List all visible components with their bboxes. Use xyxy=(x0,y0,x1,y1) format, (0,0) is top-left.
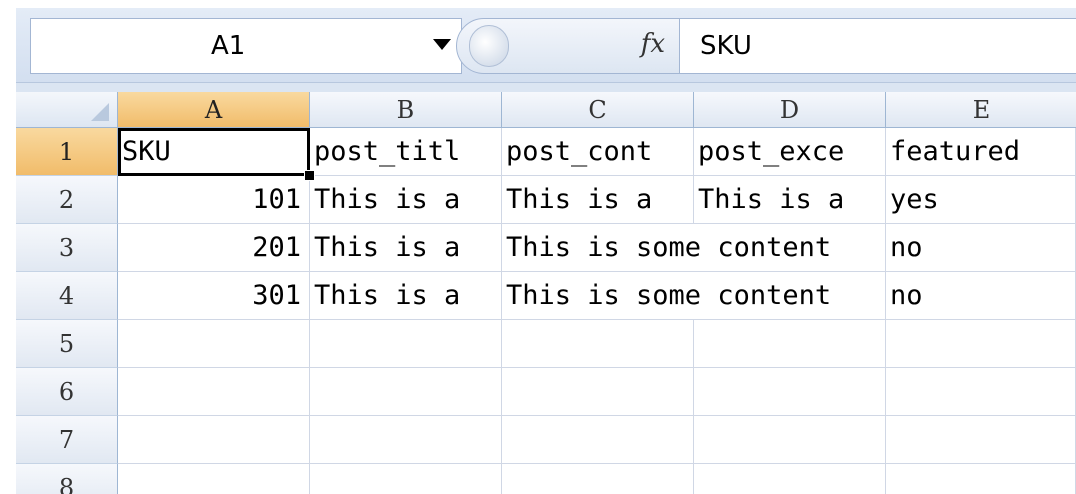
cell-e6[interactable] xyxy=(886,368,1076,416)
cell-b2[interactable]: This is a xyxy=(310,176,502,224)
row-header-4[interactable]: 4 xyxy=(16,272,118,320)
cell-a7[interactable] xyxy=(118,416,310,464)
cell-c5[interactable] xyxy=(502,320,694,368)
cell-b5[interactable] xyxy=(310,320,502,368)
column-header-e[interactable]: E xyxy=(886,92,1076,128)
select-all-button[interactable] xyxy=(16,92,118,128)
column-header-a[interactable]: A xyxy=(118,92,310,128)
row-header-2[interactable]: 2 xyxy=(16,176,118,224)
row-header-1[interactable]: 1 xyxy=(16,128,118,176)
cell-d1[interactable]: post_exce xyxy=(694,128,886,176)
cell-d6[interactable] xyxy=(694,368,886,416)
row-header-5[interactable]: 5 xyxy=(16,320,118,368)
cell-c6[interactable] xyxy=(502,368,694,416)
formula-bar: A1 fx SKU xyxy=(16,8,1076,82)
cell-b3[interactable]: This is a xyxy=(310,224,502,272)
chevron-down-icon[interactable] xyxy=(433,39,451,50)
cell-a4[interactable]: 301 xyxy=(118,272,310,320)
cell-c8[interactable] xyxy=(502,464,694,494)
cell-e2[interactable]: yes xyxy=(886,176,1076,224)
cell-d3[interactable] xyxy=(694,224,886,272)
cell-a8[interactable] xyxy=(118,464,310,494)
cell-c7[interactable] xyxy=(502,416,694,464)
worksheet-grid[interactable]: A B C D E 1 2 3 4 5 6 7 8 SKU post_titl … xyxy=(16,92,1076,494)
cell-c1[interactable]: post_cont xyxy=(502,128,694,176)
cell-d4[interactable] xyxy=(694,272,886,320)
cell-a3[interactable]: 201 xyxy=(118,224,310,272)
name-box-value: A1 xyxy=(211,31,246,61)
formula-bar-resize-handle[interactable] xyxy=(469,25,509,67)
cell-e5[interactable] xyxy=(886,320,1076,368)
insert-function-button[interactable]: fx xyxy=(456,18,680,74)
select-all-icon xyxy=(91,103,109,121)
formula-value: SKU xyxy=(700,31,752,61)
cell-b1[interactable]: post_titl xyxy=(310,128,502,176)
cell-d2[interactable]: This is a xyxy=(694,176,886,224)
row-header-6[interactable]: 6 xyxy=(16,368,118,416)
cell-e3[interactable]: no xyxy=(886,224,1076,272)
cell-a2[interactable]: 101 xyxy=(118,176,310,224)
cell-a1[interactable]: SKU xyxy=(118,128,310,176)
row-header-8[interactable]: 8 xyxy=(16,464,118,494)
name-box[interactable]: A1 xyxy=(30,18,462,74)
formula-input[interactable]: SKU xyxy=(679,18,1076,74)
cell-e1[interactable]: featured xyxy=(886,128,1076,176)
fill-handle[interactable] xyxy=(304,170,315,181)
column-header-c[interactable]: C xyxy=(502,92,694,128)
cell-e7[interactable] xyxy=(886,416,1076,464)
cell-a6[interactable] xyxy=(118,368,310,416)
column-header-b[interactable]: B xyxy=(310,92,502,128)
cell-d7[interactable] xyxy=(694,416,886,464)
cell-b6[interactable] xyxy=(310,368,502,416)
cell-b8[interactable] xyxy=(310,464,502,494)
cell-d5[interactable] xyxy=(694,320,886,368)
cell-b4[interactable]: This is a xyxy=(310,272,502,320)
cell-e4[interactable]: no xyxy=(886,272,1076,320)
spreadsheet-window: A1 fx SKU A B C D E 1 2 3 4 5 6 7 8 SKU … xyxy=(16,8,1076,494)
cell-e8[interactable] xyxy=(886,464,1076,494)
cell-b7[interactable] xyxy=(310,416,502,464)
fx-icon[interactable]: fx xyxy=(641,29,665,59)
row-header-3[interactable]: 3 xyxy=(16,224,118,272)
row-header-7[interactable]: 7 xyxy=(16,416,118,464)
cell-c2[interactable]: This is a xyxy=(502,176,694,224)
cell-a5[interactable] xyxy=(118,320,310,368)
cell-d8[interactable] xyxy=(694,464,886,494)
column-header-d[interactable]: D xyxy=(694,92,886,128)
